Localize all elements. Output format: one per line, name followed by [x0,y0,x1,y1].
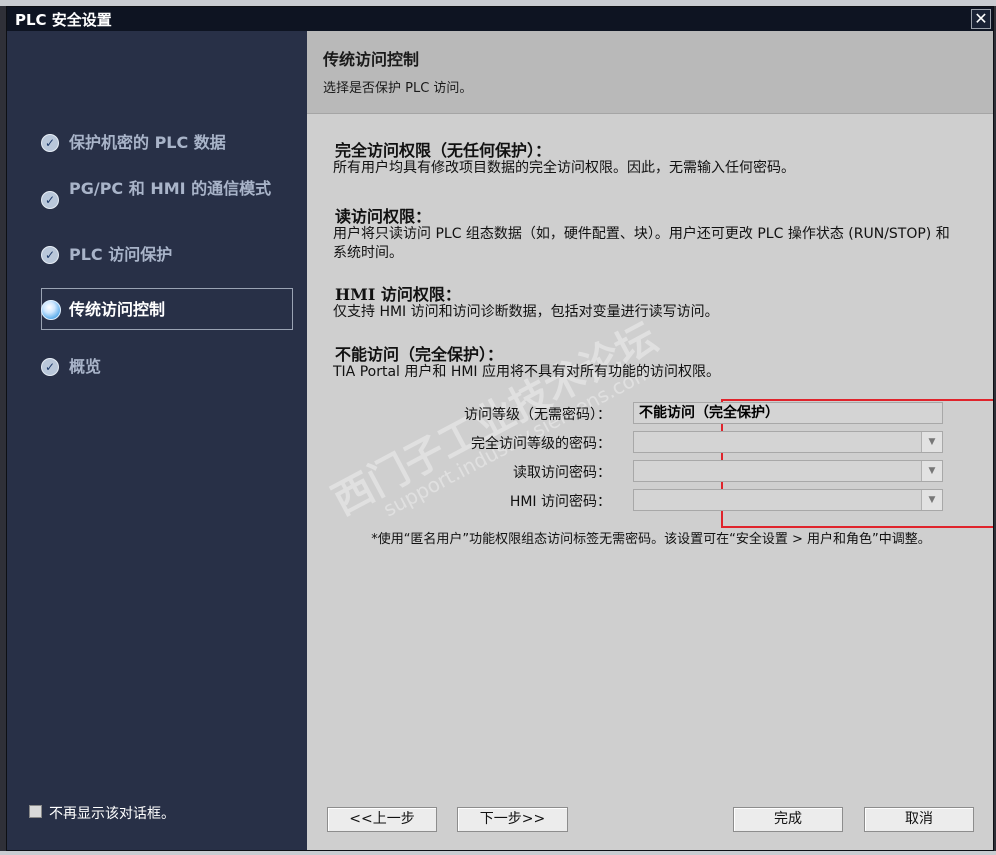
chevron-down-icon[interactable]: ▼ [921,432,942,452]
finish-button[interactable]: 完成 [733,807,843,832]
read-access-password-label: 读取访问密码： [513,465,611,481]
step-header: 传统访问控制 选择是否保护 PLC 访问。 [307,31,993,114]
section-heading-no-access: 不能访问（完全保护）： [335,345,504,364]
section-text-full-access: 所有用户均具有修改项目数据的完全访问权限。因此，无需输入任何密码。 [333,160,795,176]
footnote: *使用“匿名用户”功能权限组态访问标签无需密码。该设置可在“安全设置 > 用户和… [371,532,931,547]
check-icon: ✓ [41,358,59,376]
wizard-sidebar: ✓ 保护机密的 PLC 数据 ✓ PG/PC 和 HMI 的通信模式 ✓ PLC… [7,31,307,850]
chevron-down-icon[interactable]: ▼ [921,461,942,481]
section-heading-full-access: 完全访问权限（无任何保护）： [335,141,552,160]
section-heading-read-access: 读访问权限： [335,207,432,226]
page-subtitle: 选择是否保护 PLC 访问。 [323,81,473,96]
section-heading-hmi-access: HMI 访问权限： [335,285,461,304]
page-title: 传统访问控制 [323,50,420,69]
sidebar-item-label: 保护机密的 PLC 数据 [69,133,226,152]
checkbox-box[interactable] [29,805,42,818]
current-step-icon [41,300,61,320]
plc-security-dialog: PLC 安全设置 ✕ ✓ 保护机密的 PLC 数据 ✓ PG/PC 和 HMI … [6,6,994,851]
sidebar-item-label: 传统访问控制 [69,300,166,319]
sidebar-item-label: PLC 访问保护 [69,245,173,264]
section-text-no-access: TIA Portal 用户和 HMI 应用将不具有对所有功能的访问权限。 [333,364,721,380]
check-icon: ✓ [41,134,59,152]
dialog-title: PLC 安全设置 [15,11,112,29]
title-bar: PLC 安全设置 ✕ [7,7,993,31]
section-text-read-access: 用户将只读访问 PLC 组态数据（如，硬件配置、块）。用户还可更改 PLC 操作… [333,226,950,261]
section-text-hmi-access: 仅支持 HMI 访问和访问诊断数据，包括对变量进行读写访问。 [333,304,719,320]
sidebar-item-label: 概览 [69,357,102,376]
bottom-strip [0,851,996,855]
hmi-access-password-field[interactable]: ▼ [633,489,943,511]
content-panel: 传统访问控制 选择是否保护 PLC 访问。 西门子工业技术论坛 support.… [307,31,993,850]
close-icon: ✕ [974,9,988,28]
full-access-password-label: 完全访问等级的密码： [471,436,611,452]
access-level-label: 访问等级（无需密码）： [464,407,611,423]
check-icon: ✓ [41,246,59,264]
chevron-down-icon[interactable]: ▼ [921,490,942,510]
cancel-button[interactable]: 取消 [864,807,974,832]
full-access-password-field[interactable]: ▼ [633,431,943,453]
next-button[interactable]: 下一步>> [457,807,568,832]
access-level-field: 不能访问（完全保护） [633,402,943,424]
sidebar-item-label: PG/PC 和 HMI 的通信模式 [69,179,272,198]
back-button[interactable]: <<上一步 [327,807,437,832]
read-access-password-field[interactable]: ▼ [633,460,943,482]
close-button[interactable]: ✕ [971,9,991,29]
hmi-access-password-label: HMI 访问密码： [509,494,611,510]
check-icon: ✓ [41,191,59,209]
dont-show-label: 不再显示该对话框。 [49,806,175,822]
